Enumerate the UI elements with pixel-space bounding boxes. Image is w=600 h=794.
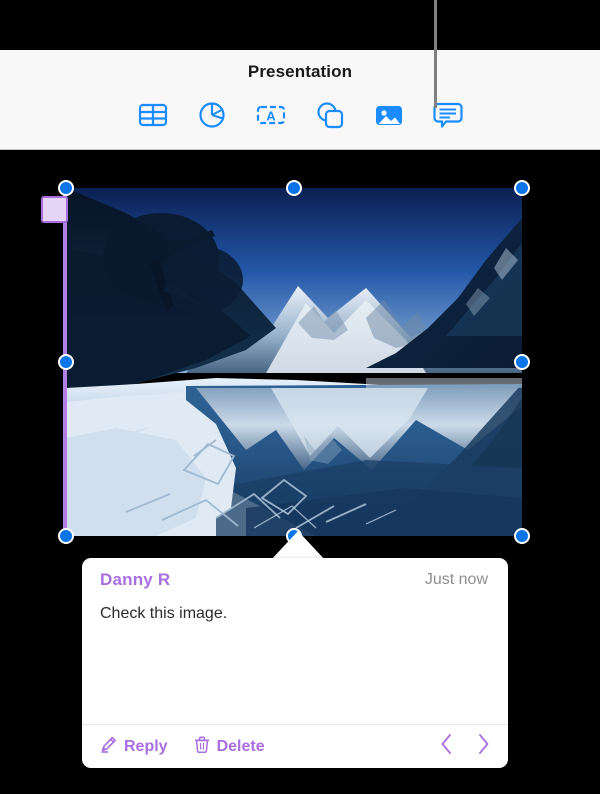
handle-top-right[interactable] xyxy=(514,180,530,196)
handle-middle-right[interactable] xyxy=(514,354,530,370)
table-button[interactable] xyxy=(136,98,170,132)
comment-timestamp: Just now xyxy=(424,571,488,588)
chart-button[interactable] xyxy=(195,98,229,132)
comment-actions: Reply Delete xyxy=(82,724,508,768)
delete-button[interactable]: Delete xyxy=(194,736,265,758)
reply-button[interactable]: Reply xyxy=(100,736,168,758)
delete-label: Delete xyxy=(216,737,265,755)
toolbar-button-group: A xyxy=(0,98,600,132)
comment-header: Danny R Just now xyxy=(82,558,508,602)
comment-author: Danny R xyxy=(100,570,171,589)
winter-lake-photo[interactable] xyxy=(66,188,522,536)
comment-navigation xyxy=(440,733,490,760)
reply-label: Reply xyxy=(124,737,168,755)
comment-popup: Danny R Just now Check this image. Reply xyxy=(82,558,508,768)
media-button[interactable] xyxy=(372,98,406,132)
media-icon xyxy=(374,102,404,128)
pencil-icon xyxy=(100,736,117,758)
text-box-icon: A xyxy=(256,102,286,128)
handle-bottom-right[interactable] xyxy=(514,528,530,544)
table-icon xyxy=(138,102,168,128)
comment-icon xyxy=(432,101,463,129)
comment-text: Check this image. xyxy=(100,605,228,622)
handle-middle-left[interactable] xyxy=(58,354,74,370)
annotation-leader-line xyxy=(434,0,437,108)
handle-bottom-left[interactable] xyxy=(58,528,74,544)
svg-text:A: A xyxy=(266,109,276,124)
trash-icon xyxy=(194,736,210,758)
chart-icon xyxy=(198,101,226,129)
app-window: Presentation A Danny R Just now Check th… xyxy=(0,0,600,794)
popup-pointer xyxy=(270,531,326,561)
handle-top-left[interactable] xyxy=(58,180,74,196)
toolbar: Presentation A xyxy=(0,50,600,150)
text-button[interactable]: A xyxy=(254,98,288,132)
next-comment-button[interactable] xyxy=(477,733,490,760)
page-title: Presentation xyxy=(247,62,353,81)
previous-comment-button[interactable] xyxy=(440,733,453,760)
photo-content xyxy=(66,188,522,536)
comment-anchor-marker[interactable] xyxy=(41,196,68,223)
shape-icon xyxy=(315,101,345,129)
handle-top-center[interactable] xyxy=(286,180,302,196)
shape-button[interactable] xyxy=(313,98,347,132)
